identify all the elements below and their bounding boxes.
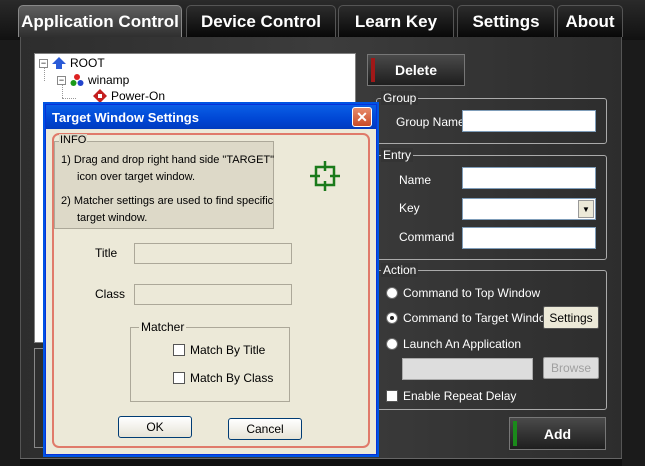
key-select[interactable]: ▼ xyxy=(462,198,596,220)
match-by-class-label: Match By Class xyxy=(190,371,274,385)
class-input[interactable] xyxy=(134,284,292,305)
info-line-3: 2) Matcher settings are used to find spe… xyxy=(61,195,274,207)
chevron-down-icon[interactable]: ▼ xyxy=(578,200,594,218)
delete-button[interactable]: Delete xyxy=(367,54,465,86)
matcher-legend: Matcher xyxy=(139,320,187,334)
delete-label: Delete xyxy=(394,62,438,78)
app-icon xyxy=(70,74,84,86)
radio-label: Command to Target Window xyxy=(403,311,555,325)
repeat-delay-checkbox-row[interactable]: Enable Repeat Delay xyxy=(386,389,516,403)
delete-indicator xyxy=(371,58,375,82)
radio-command-top-window[interactable]: Command to Top Window xyxy=(386,286,540,300)
target-crosshair-icon[interactable] xyxy=(310,161,340,191)
entry-name-label: Name xyxy=(399,173,432,187)
tree-node-winamp[interactable]: − winamp xyxy=(57,73,129,87)
entry-legend: Entry xyxy=(381,148,414,162)
tree-node-root[interactable]: − ROOT xyxy=(39,56,105,70)
radio-button[interactable] xyxy=(386,287,398,299)
close-icon[interactable]: ✕ xyxy=(352,107,372,127)
radio-label: Command to Top Window xyxy=(403,286,541,300)
ok-button[interactable]: OK xyxy=(118,416,192,438)
radio-command-target-window[interactable]: Command to Target Window xyxy=(386,311,554,325)
info-legend: INFO xyxy=(59,134,88,146)
group-name-input[interactable] xyxy=(462,110,596,132)
collapse-toggle[interactable]: − xyxy=(39,58,48,68)
group-name-label: Group Name xyxy=(396,115,465,129)
target-settings-button[interactable]: Settings xyxy=(543,306,599,329)
key-icon xyxy=(93,89,107,103)
add-button[interactable]: Add xyxy=(509,417,606,450)
match-by-class-row[interactable]: Match By Class xyxy=(173,371,273,385)
info-line-1: 1) Drag and drop right hand side "TARGET… xyxy=(61,154,275,166)
dialog-title-bar[interactable]: Target Window Settings ✕ xyxy=(46,105,376,129)
tree-node-label: ROOT xyxy=(70,56,105,70)
radio-button[interactable] xyxy=(386,312,398,324)
add-label: Add xyxy=(543,425,572,442)
collapse-toggle[interactable]: − xyxy=(57,75,66,85)
info-box: INFO 1) Drag and drop right hand side "T… xyxy=(54,134,275,229)
status-strip xyxy=(20,458,622,466)
title-label: Title xyxy=(95,246,118,260)
match-by-title-checkbox[interactable] xyxy=(173,344,185,356)
add-indicator xyxy=(513,421,517,446)
tree-node-power-on[interactable]: Power-On xyxy=(93,89,165,103)
match-by-title-label: Match By Title xyxy=(190,343,266,357)
target-window-settings-dialog: Target Window Settings ✕ INFO 1) Drag an… xyxy=(45,104,377,455)
cancel-button[interactable]: Cancel xyxy=(228,418,302,440)
browse-button[interactable]: Browse xyxy=(543,357,599,379)
entry-command-input[interactable] xyxy=(462,227,596,249)
application-path-input[interactable] xyxy=(402,358,533,380)
repeat-delay-label: Enable Repeat Delay xyxy=(403,389,517,403)
group-legend: Group xyxy=(381,91,419,105)
tree-node-label: Power-On xyxy=(111,89,166,103)
tab-settings[interactable]: Settings xyxy=(457,5,555,37)
tree-node-label: winamp xyxy=(88,73,130,87)
dialog-title: Target Window Settings xyxy=(52,109,199,125)
title-input[interactable] xyxy=(134,243,292,264)
info-line-2: icon over target window. xyxy=(77,171,196,183)
match-by-class-checkbox[interactable] xyxy=(173,372,185,384)
tab-device-control[interactable]: Device Control xyxy=(186,5,336,37)
entry-command-label: Command xyxy=(399,230,455,244)
up-arrow-icon xyxy=(52,57,66,69)
tab-learn-key[interactable]: Learn Key xyxy=(338,5,454,37)
repeat-delay-checkbox[interactable] xyxy=(386,390,398,402)
matcher-group: Matcher xyxy=(130,320,290,402)
tab-bar: Application Control Device Control Learn… xyxy=(0,0,645,40)
class-label: Class xyxy=(95,287,126,301)
match-by-title-row[interactable]: Match By Title xyxy=(173,343,265,357)
radio-label: Launch An Application xyxy=(403,337,522,351)
info-line-4: target window. xyxy=(77,212,148,224)
radio-launch-application[interactable]: Launch An Application xyxy=(386,337,521,351)
entry-name-input[interactable] xyxy=(462,167,596,189)
tab-about[interactable]: About xyxy=(557,5,623,37)
entry-key-label: Key xyxy=(399,201,420,215)
radio-button[interactable] xyxy=(386,338,398,350)
action-legend: Action xyxy=(381,263,419,277)
tab-application-control[interactable]: Application Control xyxy=(18,5,182,37)
